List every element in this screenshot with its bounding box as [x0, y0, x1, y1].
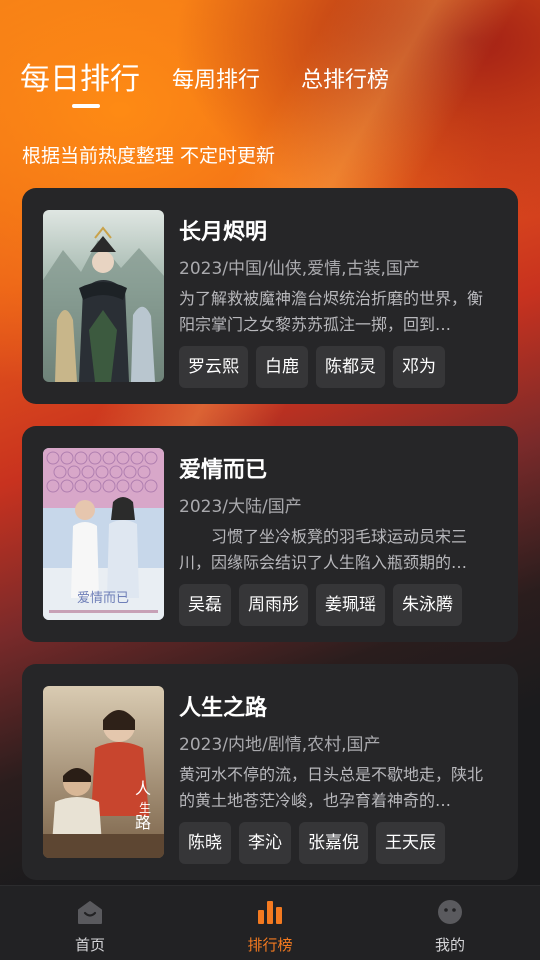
svg-text:人: 人 [135, 779, 151, 798]
cast-chip[interactable]: 吴磊 [179, 584, 231, 626]
profile-icon [438, 900, 462, 924]
cast-chip[interactable]: 朱泳腾 [393, 584, 462, 626]
home-icon [78, 901, 102, 924]
show-poster[interactable]: 人 生 路 [43, 686, 164, 858]
show-description: 为了解救被魔神澹台烬统治折磨的世界，衡阳宗掌门之女黎苏苏孤注一掷，回到… [179, 289, 484, 334]
cast-chip[interactable]: 李沁 [239, 822, 291, 864]
nav-profile-label: 我的 [434, 936, 465, 954]
show-card[interactable]: 爱情而已 爱情而已 2023/大陆/国产 习惯了坐冷板凳的羽毛球运动员宋三川，因… [22, 426, 518, 642]
cast-chip[interactable]: 张嘉倪 [299, 822, 368, 864]
show-description: 黄河水不停的流，日头总是不歇地走，陕北的黄土地苍茫冷峻，也孕育着神奇的… [179, 765, 484, 810]
cast-list: 陈晓 李沁 张嘉倪 王天辰 [179, 822, 445, 864]
nav-ranking-label: 排行榜 [247, 936, 293, 954]
nav-home-label: 首页 [74, 936, 105, 954]
tab-overall-ranking[interactable]: 总排行榜 [301, 62, 389, 94]
show-card[interactable]: 长月烬明 2023/中国/仙侠,爱情,古装,国产 为了解救被魔神澹台烬统治折磨的… [22, 188, 518, 404]
ranking-subtitle: 根据当前热度整理 不定时更新 [22, 145, 276, 167]
tab-daily-ranking[interactable]: 每日排行 [20, 54, 140, 98]
show-meta: 2023/中国/仙侠,爱情,古装,国产 [179, 259, 420, 279]
svg-text:路: 路 [135, 813, 151, 832]
show-title[interactable]: 爱情而已 [179, 452, 267, 484]
cast-chip[interactable]: 陈都灵 [316, 346, 385, 388]
show-card[interactable]: 人 生 路 人生之路 2023/内地/剧情,农村,国产 黄河水不停的流，日头总是… [22, 664, 518, 880]
show-title[interactable]: 人生之路 [179, 690, 267, 722]
tab-weekly-ranking[interactable]: 每周排行 [172, 62, 260, 94]
show-meta: 2023/大陆/国产 [179, 497, 302, 517]
show-meta: 2023/内地/剧情,农村,国产 [179, 735, 381, 755]
cast-chip[interactable]: 王天辰 [376, 822, 445, 864]
show-poster[interactable]: 爱情而已 [43, 448, 164, 620]
cast-chip[interactable]: 罗云熙 [179, 346, 248, 388]
nav-profile[interactable]: 我的 [390, 886, 510, 960]
show-poster[interactable] [43, 210, 164, 382]
cast-chip[interactable]: 周雨彤 [239, 584, 308, 626]
bottom-navigation: 首页 排行榜 我的 [0, 885, 540, 960]
ranking-icon [258, 901, 282, 924]
show-title[interactable]: 长月烬明 [179, 214, 267, 246]
active-tab-indicator [72, 104, 100, 108]
cast-chip[interactable]: 邓为 [393, 346, 445, 388]
cast-list: 罗云熙 白鹿 陈都灵 邓为 [179, 346, 445, 388]
cast-chip[interactable]: 白鹿 [256, 346, 308, 388]
ranking-tabs: 每日排行 每周排行 总排行榜 [20, 52, 520, 112]
show-description: 习惯了坐冷板凳的羽毛球运动员宋三川，因缘际会结识了人生陷入瓶颈期的… [179, 527, 468, 572]
cast-chip[interactable]: 姜珮瑶 [316, 584, 385, 626]
nav-ranking[interactable]: 排行榜 [210, 886, 330, 960]
svg-text:爱情而已: 爱情而已 [77, 591, 129, 606]
nav-home[interactable]: 首页 [30, 886, 150, 960]
cast-list: 吴磊 周雨彤 姜珮瑶 朱泳腾 [179, 584, 462, 626]
cast-chip[interactable]: 陈晓 [179, 822, 231, 864]
